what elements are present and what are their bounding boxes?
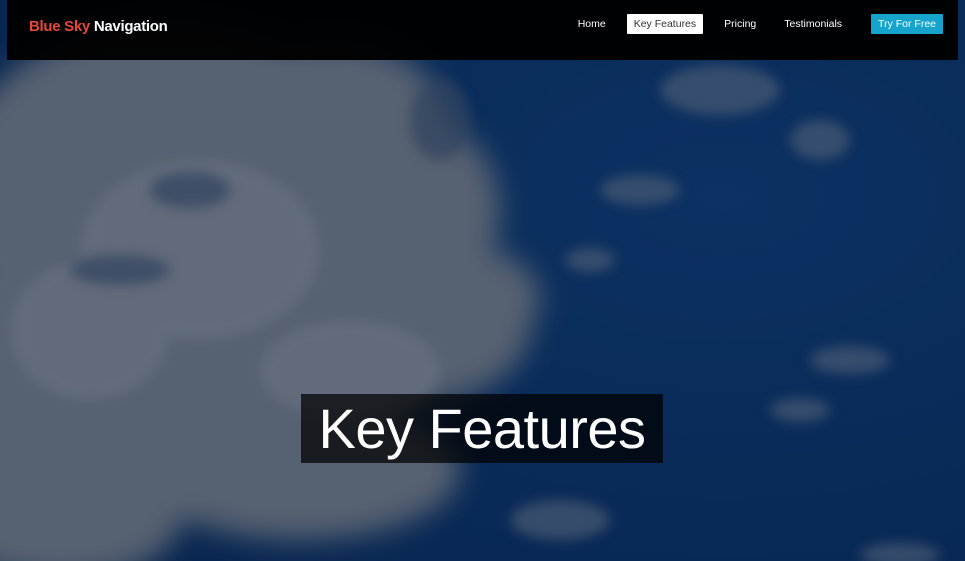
hero-overlay (0, 0, 965, 561)
nav-link-testimonials[interactable]: Testimonials (777, 14, 849, 34)
try-for-free-button[interactable]: Try For Free (871, 14, 943, 34)
brand-accent-text: Blue Sky (29, 18, 90, 35)
nav-link-key-features[interactable]: Key Features (626, 14, 704, 34)
nav-menu: Home Key Features Pricing Testimonials T… (557, 14, 943, 34)
nav-link-home[interactable]: Home (571, 14, 613, 34)
brand-logo[interactable]: Blue Sky Navigation (29, 18, 168, 35)
nav-link-pricing[interactable]: Pricing (717, 14, 763, 34)
hero-section: Blue Sky Navigation Home Key Features Pr… (0, 0, 965, 561)
top-navbar: Blue Sky Navigation Home Key Features Pr… (7, 0, 958, 60)
brand-main-text: Navigation (89, 18, 168, 35)
hero-title: Key Features (301, 394, 663, 463)
